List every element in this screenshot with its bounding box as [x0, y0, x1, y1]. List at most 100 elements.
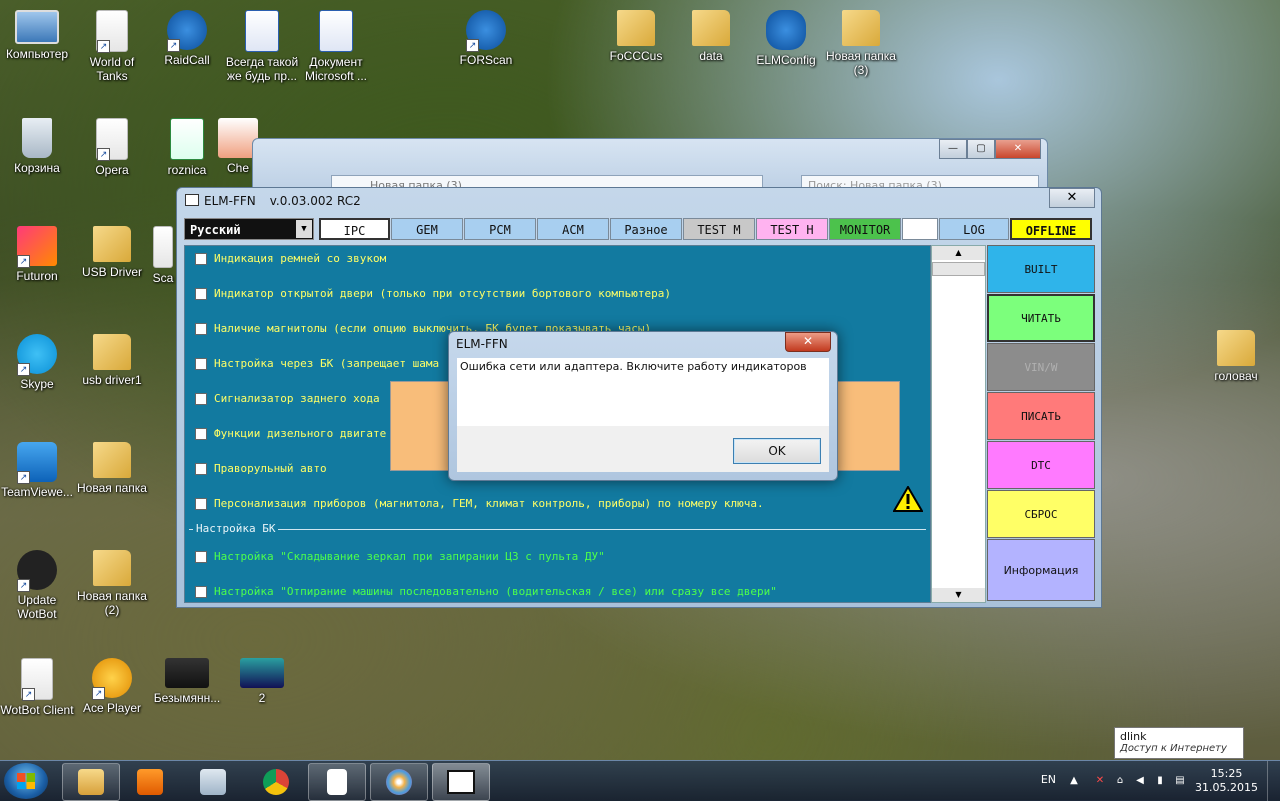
- desktop-icon-new-folder-3[interactable]: Новая папка (3): [823, 10, 899, 77]
- taskbar-document[interactable]: [308, 763, 366, 801]
- option-bk-config[interactable]: Настройка через БК (запрещает шама: [195, 357, 439, 370]
- close-button[interactable]: ✕: [1049, 188, 1095, 208]
- tab-test-h[interactable]: TEST H: [756, 218, 828, 240]
- reset-button[interactable]: СБРОС: [987, 490, 1095, 538]
- tab-ipc[interactable]: IPC: [319, 218, 390, 240]
- checkbox[interactable]: [195, 427, 207, 440]
- desktop-icon-raidcall[interactable]: ↗ RaidCall: [149, 10, 225, 67]
- read-button[interactable]: ЧИТАТЬ: [987, 294, 1095, 342]
- option-mirror-fold[interactable]: Настройка "Складывание зеркал при запира…: [195, 550, 605, 563]
- taskbar-calculator[interactable]: [184, 763, 242, 801]
- checkbox[interactable]: [195, 252, 207, 265]
- checkbox[interactable]: [195, 462, 207, 475]
- option-door-ajar[interactable]: Индикатор открытой двери (только при отс…: [195, 287, 671, 300]
- option-unlock-sequence[interactable]: Настройка "Отпирание машины последовател…: [195, 585, 777, 598]
- desktop-icon-forscan[interactable]: ↗ FORScan: [448, 10, 524, 67]
- desktop-icon-golovach[interactable]: головач: [1198, 330, 1274, 383]
- desktop-icon-sca[interactable]: Sca: [149, 226, 177, 285]
- tab-misc[interactable]: Разное: [610, 218, 682, 240]
- taskbar-paint[interactable]: [370, 763, 428, 801]
- option-key-personalization[interactable]: Персонализация приборов (магнитола, ГЕМ,…: [195, 497, 764, 510]
- desktop-icon-data[interactable]: data: [673, 10, 749, 63]
- desktop-icon-wotbot-client[interactable]: ↗ WotBot Client: [0, 658, 75, 717]
- scroll-down-icon[interactable]: ▼: [932, 588, 985, 602]
- option-seatbelt-chime[interactable]: Индикация ремней со звуком: [195, 252, 386, 265]
- tab-acm[interactable]: ACM: [537, 218, 609, 240]
- checkbox[interactable]: [195, 392, 207, 405]
- skype-icon: ↗: [17, 334, 57, 376]
- chevron-down-icon[interactable]: ▼: [296, 220, 312, 238]
- close-button[interactable]: ✕: [995, 139, 1041, 159]
- wotbot-icon: ↗: [17, 550, 57, 592]
- desktop-icon-elmconfig[interactable]: ELMConfig: [748, 10, 824, 67]
- desktop-icon-skype[interactable]: ↗ Skype: [0, 334, 75, 391]
- dialog-close-button[interactable]: ✕: [785, 332, 831, 352]
- checkbox[interactable]: [195, 550, 207, 563]
- tab-test-m[interactable]: TEST M: [683, 218, 755, 240]
- desktop-icon-world-of-tanks[interactable]: ↗ World of Tanks: [74, 10, 150, 83]
- desktop-icon-teamviewer[interactable]: ↗ TeamViewe...: [0, 442, 75, 499]
- explorer-window-controls: — ▢ ✕: [939, 139, 1041, 159]
- desktop-icon-opera[interactable]: ↗ Opera: [74, 118, 150, 177]
- network-error-icon[interactable]: ✕: [1094, 775, 1106, 787]
- maximize-button[interactable]: ▢: [967, 139, 995, 159]
- tab-pcm[interactable]: PCM: [464, 218, 536, 240]
- speaker-icon[interactable]: ◀: [1134, 775, 1146, 787]
- option-diesel[interactable]: Функции дизельного двигате: [195, 427, 386, 440]
- desktop-icon-usb-driver1[interactable]: usb driver1: [74, 334, 150, 387]
- power-icon[interactable]: ▮: [1154, 775, 1166, 787]
- write-button[interactable]: ПИСАТЬ: [987, 392, 1095, 440]
- vin-w-button[interactable]: VIN/W: [987, 343, 1095, 391]
- taskbar-explorer[interactable]: [62, 763, 120, 801]
- taskbar-chrome[interactable]: [247, 763, 305, 801]
- desktop-icon-futuron[interactable]: ↗ Futuron: [0, 226, 75, 283]
- tab-offline[interactable]: OFFLINE: [1010, 218, 1092, 240]
- dtc-button[interactable]: DTC: [987, 441, 1095, 489]
- folder-icon: [692, 10, 730, 46]
- taskbar-elm-ffn[interactable]: [432, 763, 490, 801]
- show-desktop-button[interactable]: [1267, 761, 1280, 801]
- desktop-icon-usb-driver[interactable]: USB Driver: [74, 226, 150, 279]
- checkbox[interactable]: [195, 287, 207, 300]
- desktop-icon-word-doc-1[interactable]: Всегда такой же будь пр...: [224, 10, 300, 83]
- option-reverse-signal[interactable]: Сигнализатор заднего хода: [195, 392, 380, 405]
- desktop-icon-recycle-bin[interactable]: Корзина: [0, 118, 75, 175]
- raidcall-icon: ↗: [167, 10, 207, 52]
- network-icon[interactable]: ▤: [1174, 775, 1186, 787]
- desktop-icon-computer[interactable]: Компьютер: [0, 10, 75, 61]
- vertical-scrollbar[interactable]: ▲ ▼: [931, 245, 986, 603]
- option-right-hand-drive[interactable]: Праворульный авто: [195, 462, 327, 475]
- checkbox[interactable]: [195, 357, 207, 370]
- tab-gem[interactable]: GEM: [391, 218, 463, 240]
- language-select[interactable]: Русский ▼: [184, 218, 314, 240]
- usb-icon[interactable]: ⌂: [1114, 775, 1126, 787]
- group-label-bk: Настройка БК: [193, 522, 279, 535]
- checkbox[interactable]: [195, 585, 207, 598]
- chevron-up-icon[interactable]: ▲: [1068, 775, 1080, 787]
- desktop-icon-foccccus[interactable]: FoCCCus: [598, 10, 674, 63]
- tab-blank[interactable]: [902, 218, 938, 240]
- built-button[interactable]: BUILT: [987, 245, 1095, 293]
- checkbox[interactable]: [195, 497, 207, 510]
- scroll-thumb[interactable]: [932, 262, 985, 276]
- clock[interactable]: 15:25 31.05.2015: [1195, 767, 1258, 795]
- taskbar-media-player[interactable]: [121, 763, 179, 801]
- minimize-button[interactable]: —: [939, 139, 967, 159]
- start-button[interactable]: [4, 763, 48, 799]
- ok-button[interactable]: OK: [733, 438, 821, 464]
- info-button[interactable]: Информация: [987, 539, 1095, 601]
- tab-log[interactable]: LOG: [939, 218, 1009, 240]
- language-indicator[interactable]: EN: [1041, 773, 1056, 786]
- desktop-icon-roznica[interactable]: roznica: [149, 118, 225, 177]
- tab-monitor[interactable]: MONITOR: [829, 218, 901, 240]
- checkbox[interactable]: [195, 322, 207, 335]
- desktop-icon-unnamed[interactable]: Безымянн...: [149, 658, 225, 705]
- scroll-up-icon[interactable]: ▲: [932, 246, 985, 260]
- desktop-icon-2[interactable]: 2: [224, 658, 300, 705]
- desktop-icon-word-doc-2[interactable]: Документ Microsoft ...: [298, 10, 374, 83]
- desktop-icon-ace-player[interactable]: ↗ Ace Player: [74, 658, 150, 715]
- desktop-icon-new-folder-2[interactable]: Новая папка (2): [74, 550, 150, 617]
- desktop-icon-new-folder[interactable]: Новая папка: [74, 442, 150, 495]
- desktop-icon-update-wotbot[interactable]: ↗ Update WotBot: [0, 550, 75, 621]
- app-icon: [447, 770, 475, 794]
